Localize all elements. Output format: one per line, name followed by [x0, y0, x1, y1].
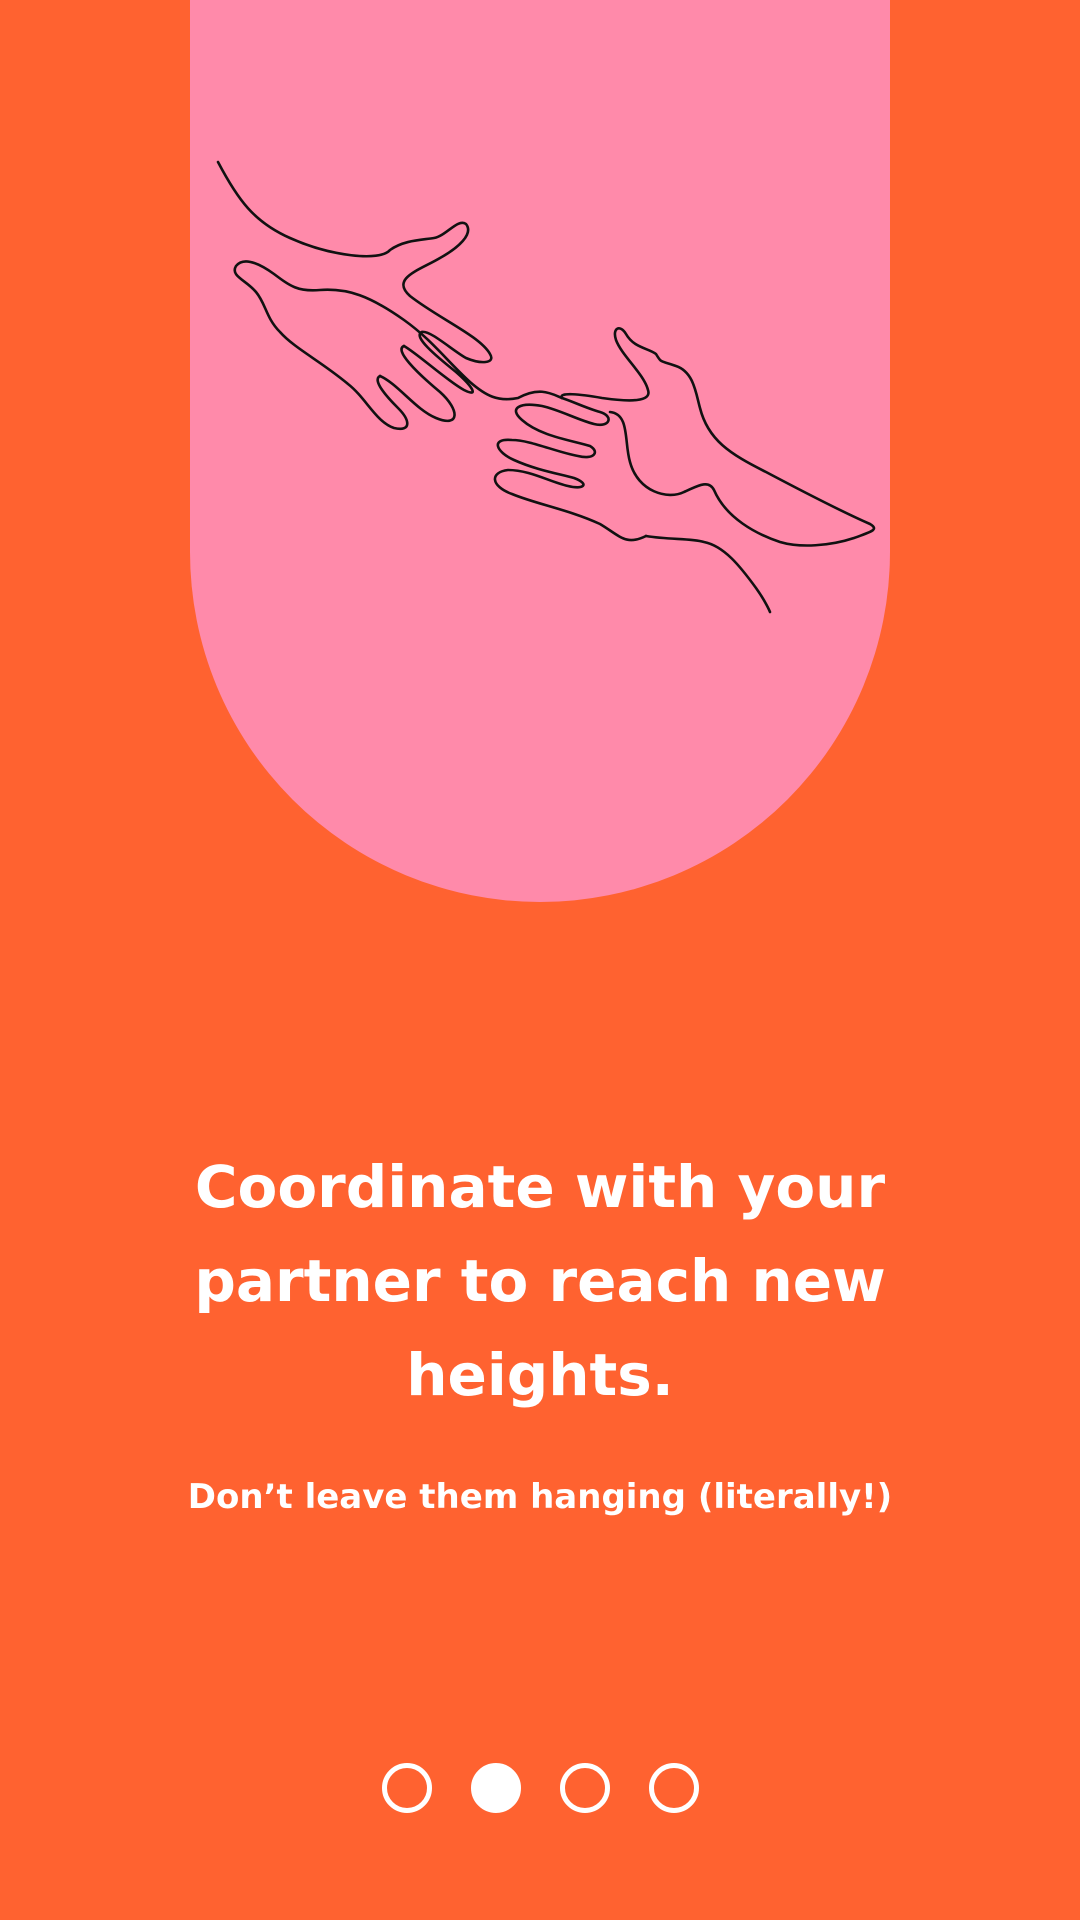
page-indicator — [0, 1763, 1080, 1813]
hero-illustration-card — [190, 0, 890, 902]
page-dot-3[interactable] — [559, 1763, 610, 1813]
onboarding-subline: Don’t leave them hanging (literally!) — [187, 1477, 893, 1517]
onboarding-headline: Coordinate with your partner to reach ne… — [194, 1153, 886, 1409]
page-dot-1[interactable] — [381, 1763, 432, 1813]
reaching-hands-icon — [216, 160, 876, 614]
page-dot-2-active[interactable] — [470, 1763, 521, 1813]
page-dot-4[interactable] — [648, 1763, 699, 1813]
